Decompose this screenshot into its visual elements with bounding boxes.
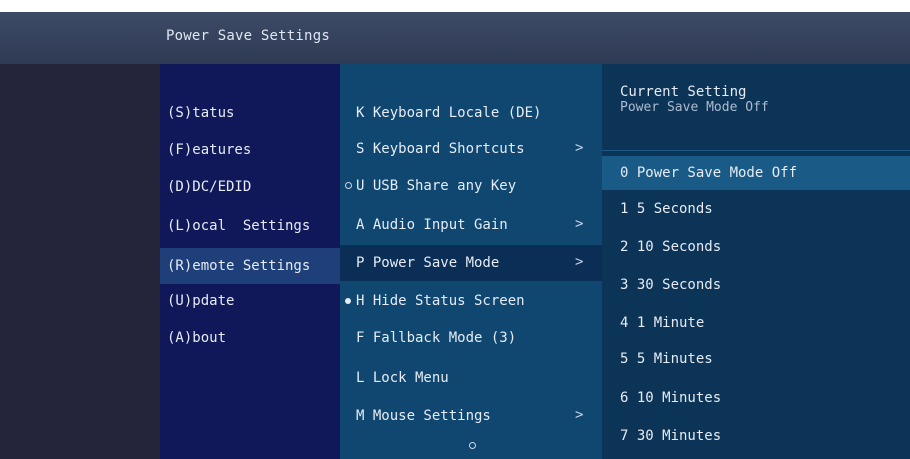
option-1-minute[interactable]: 4 1 Minute [620,314,704,332]
current-setting-heading: Current Setting [620,84,747,100]
chevron-right-icon: > [575,140,584,156]
option-10-minutes[interactable]: 6 10 Minutes [620,389,721,407]
submenu-item-lock-menu[interactable]: L Lock Menu [356,369,449,387]
scroll-more-indicator-icon [469,442,476,449]
menu-item-update[interactable]: (U)pdate [167,292,234,310]
menu-item-about[interactable]: (A)bout [167,329,226,347]
left-margin [0,64,160,459]
chevron-right-icon: > [575,254,584,270]
option-5-seconds[interactable]: 1 5 Seconds [620,200,713,218]
submenu-item-mouse-settings[interactable]: M Mouse Settings [356,407,491,425]
option-10-seconds[interactable]: 2 10 Seconds [620,238,721,256]
option-power-save-off[interactable]: 0 Power Save Mode Off [620,164,797,182]
menu-item-ddc-edid[interactable]: (D)DC/EDID [167,178,251,196]
submenu-item-audio-input-gain[interactable]: A Audio Input Gain [356,216,508,234]
menu-item-status[interactable]: (S)tatus [167,104,234,122]
title-bar: Power Save Settings [0,12,910,64]
window-title: Power Save Settings [166,28,330,44]
divider [602,150,910,151]
submenu-item-hide-status-screen[interactable]: H Hide Status Screen [356,292,525,310]
menu-item-local-settings[interactable]: (L)ocal Settings [167,217,310,235]
hollow-bullet-icon [345,182,352,189]
submenu-item-usb-share[interactable]: U USB Share any Key [356,177,516,195]
submenu-item-keyboard-locale[interactable]: K Keyboard Locale (DE) [356,104,541,122]
chevron-right-icon: > [575,216,584,232]
menu-item-features[interactable]: (F)eatures [167,141,251,159]
submenu-item-fallback-mode[interactable]: F Fallback Mode (3) [356,329,516,347]
option-30-seconds[interactable]: 3 30 Seconds [620,276,721,294]
option-30-minutes[interactable]: 7 30 Minutes [620,427,721,445]
chevron-right-icon: > [575,407,584,423]
remote-settings-submenu: K Keyboard Locale (DE) S Keyboard Shortc… [340,64,602,459]
current-setting-value: Power Save Mode Off [620,100,769,115]
power-save-options-panel: Current Setting Power Save Mode Off 0 Po… [602,64,910,459]
submenu-item-power-save-mode[interactable]: P Power Save Mode [356,254,499,272]
option-5-minutes[interactable]: 5 5 Minutes [620,350,713,368]
menu-item-remote-settings[interactable]: (R)emote Settings [167,257,310,275]
submenu-item-keyboard-shortcuts[interactable]: S Keyboard Shortcuts [356,140,525,158]
main-menu: (S)tatus (F)eatures (D)DC/EDID (L)ocal S… [160,64,340,459]
solid-bullet-icon [345,298,351,304]
